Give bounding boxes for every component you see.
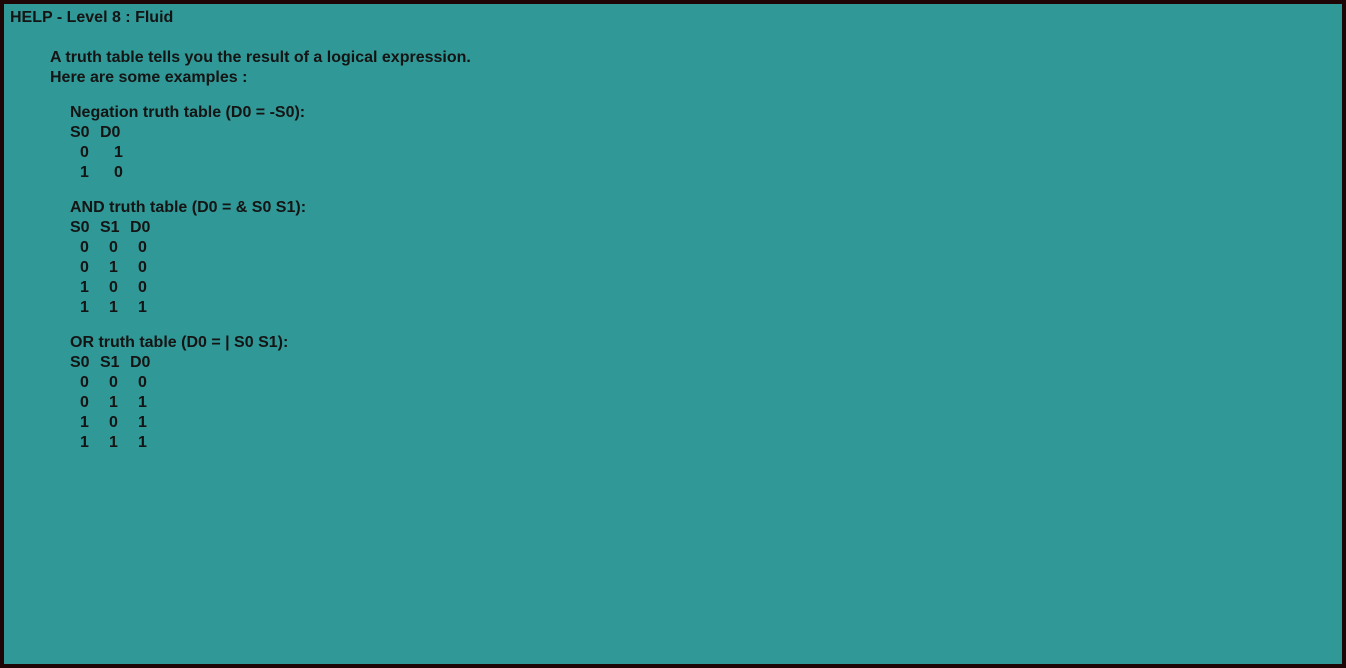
header-cell: D0 [130,219,151,236]
table-header-row: S0 D0 [70,123,305,143]
intro-line-2: Here are some examples : [50,69,248,86]
table-cell: 1 [114,144,123,161]
table-row: 0 0 0 [70,373,288,393]
table-cell: 0 [138,374,147,391]
table-row: 1 1 1 [70,298,306,318]
table-cell: 0 [80,394,89,411]
header-cell: S0 [70,219,90,236]
header-cell: D0 [100,124,121,141]
table-title: AND truth table (D0 = & S0 S1): [70,199,307,216]
table-cell: 1 [80,279,89,296]
intro-text: A truth table tells you the result of a … [50,48,471,88]
table-title: Negation truth table (D0 = -S0): [70,104,306,121]
header-cell: D0 [130,354,151,371]
header-cell: S0 [70,354,90,371]
negation-truth-table: Negation truth table (D0 = -S0): S0 D0 0… [70,103,305,183]
table-cell: 1 [109,434,118,451]
table-cell: 1 [80,414,89,431]
table-cell: 0 [80,144,89,161]
header-cell: S1 [100,219,120,236]
table-row: 0 0 0 [70,238,306,258]
table-cell: 1 [109,299,118,316]
table-cell: 1 [80,299,89,316]
table-cell: 0 [80,374,89,391]
table-cell: 1 [109,394,118,411]
table-cell: 0 [80,259,89,276]
table-cell: 0 [109,414,118,431]
table-header-row: S0 S1 D0 [70,218,306,238]
intro-line-1: A truth table tells you the result of a … [50,49,471,66]
help-window: HELP - Level 8 : Fluid A truth table tel… [4,4,1342,664]
table-title: OR truth table (D0 = | S0 S1): [70,334,289,351]
table-row: 0 1 [70,143,305,163]
table-cell: 1 [138,414,147,431]
table-cell: 1 [138,394,147,411]
table-header-row: S0 S1 D0 [70,353,288,373]
table-cell: 1 [109,259,118,276]
table-cell: 1 [138,299,147,316]
table-row: 0 1 1 [70,393,288,413]
table-cell: 0 [80,239,89,256]
window-title: HELP - Level 8 : Fluid [10,9,174,26]
header-cell: S0 [70,124,90,141]
table-cell: 1 [138,434,147,451]
table-cell: 0 [138,259,147,276]
or-truth-table: OR truth table (D0 = | S0 S1): S0 S1 D0 … [70,333,288,453]
table-row: 1 1 1 [70,433,288,453]
table-cell: 0 [138,239,147,256]
table-cell: 0 [138,279,147,296]
table-cell: 0 [114,164,123,181]
table-cell: 0 [109,279,118,296]
table-row: 1 0 1 [70,413,288,433]
table-row: 1 0 0 [70,278,306,298]
table-row: 1 0 [70,163,305,183]
table-cell: 1 [80,434,89,451]
header-cell: S1 [100,354,120,371]
table-cell: 1 [80,164,89,181]
and-truth-table: AND truth table (D0 = & S0 S1): S0 S1 D0… [70,198,306,318]
table-row: 0 1 0 [70,258,306,278]
table-cell: 0 [109,239,118,256]
table-cell: 0 [109,374,118,391]
